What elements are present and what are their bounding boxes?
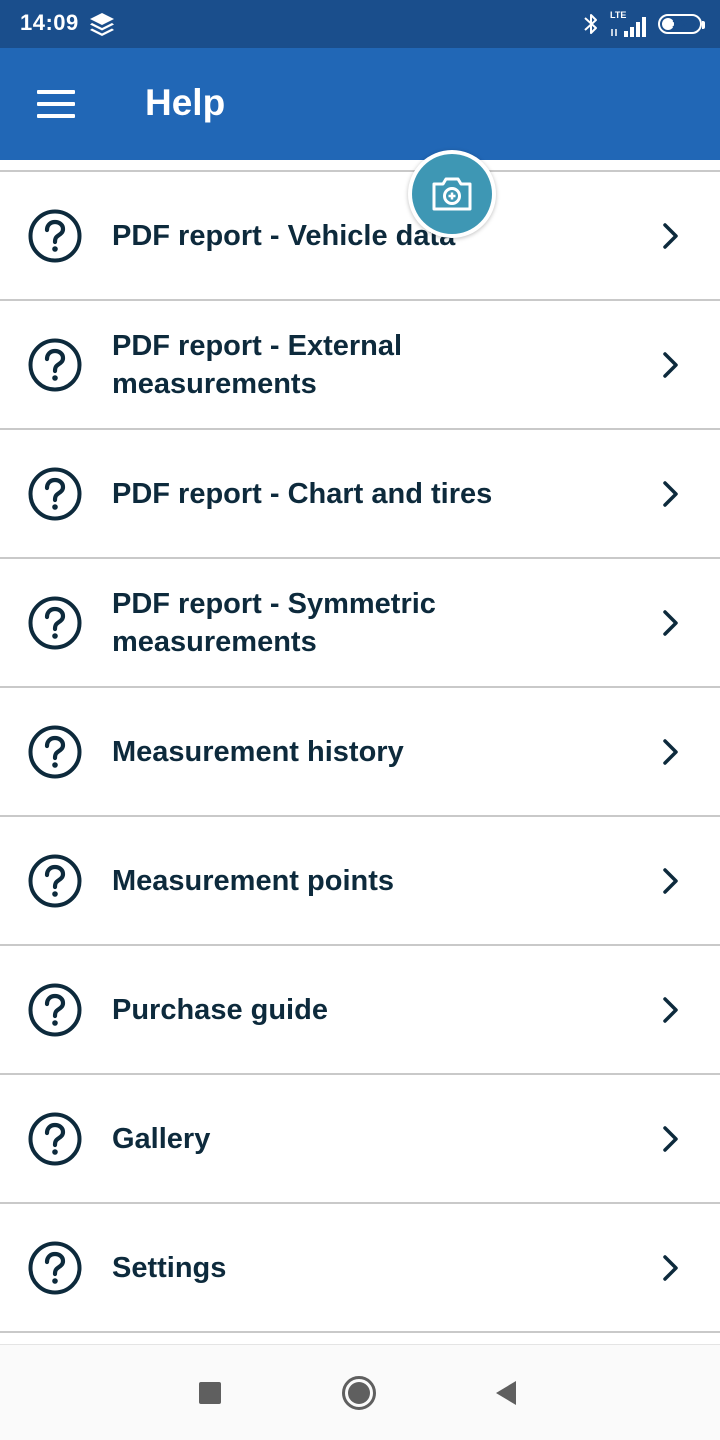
- question-circle-icon: [28, 209, 82, 262]
- camera-button[interactable]: [408, 150, 496, 238]
- help-item-measurement-history[interactable]: Measurement history: [0, 688, 720, 817]
- help-item-gallery[interactable]: Gallery: [0, 1075, 720, 1204]
- camera-icon: [432, 177, 472, 211]
- question-circle-icon: [28, 1241, 82, 1294]
- help-item-measurement-points[interactable]: Measurement points: [0, 817, 720, 946]
- camera-button-inner: [412, 154, 492, 234]
- help-item-external-measurements[interactable]: PDF report - External measurements: [0, 301, 720, 430]
- help-item-label: Measurement points: [112, 864, 394, 897]
- help-item-label: PDF report - Symmetric measurements: [112, 587, 436, 658]
- bluetooth-icon: [584, 14, 597, 34]
- menu-button[interactable]: [24, 78, 88, 130]
- status-icons: LTE 32: [582, 10, 705, 38]
- chevron-right-icon: [663, 996, 678, 1023]
- chevron-right-icon: [663, 222, 678, 249]
- help-item-label: Settings: [112, 1251, 227, 1284]
- question-circle-icon: [28, 1112, 82, 1165]
- question-circle-icon: [28, 725, 82, 778]
- help-item-label: PDF report - Chart and tires: [112, 477, 493, 510]
- question-circle-icon: [28, 854, 82, 907]
- help-item-vehicle-data[interactable]: PDF report - Vehicle data: [0, 172, 720, 301]
- back-button[interactable]: [492, 1377, 520, 1409]
- help-item-chart-and-tires[interactable]: PDF report - Chart and tires: [0, 430, 720, 559]
- question-circle-icon: [28, 467, 82, 520]
- question-circle-icon: [28, 983, 82, 1036]
- layers-icon: [90, 13, 114, 36]
- help-item-label: Measurement history: [112, 735, 404, 768]
- help-list: PDF report - Vehicle data PDF report - E…: [0, 170, 720, 1333]
- chevron-right-icon: [663, 1125, 678, 1152]
- battery-icon: 32: [658, 14, 705, 34]
- question-circle-icon: [28, 596, 82, 649]
- system-nav-bar: [0, 1344, 720, 1440]
- battery-percentage: 32: [672, 16, 688, 32]
- signal-indicator: LTE: [610, 10, 648, 37]
- chevron-right-icon: [663, 1254, 678, 1281]
- question-circle-icon: [28, 338, 82, 391]
- chevron-right-icon: [663, 738, 678, 765]
- help-screen: 14:09 LTE 32 Help PDF report - Vehicle d…: [0, 0, 720, 1440]
- help-item-label: Purchase guide: [112, 993, 328, 1026]
- hamburger-menu-line: [37, 102, 75, 106]
- page-title: Help: [145, 82, 226, 123]
- home-button[interactable]: [341, 1375, 377, 1411]
- status-bar: 14:09 LTE 32: [0, 0, 720, 48]
- chevron-right-icon: [663, 480, 678, 507]
- hamburger-menu-line: [37, 114, 75, 118]
- signal-icon: [611, 17, 646, 37]
- help-item-label: PDF report - External measurements: [112, 329, 403, 400]
- recents-button[interactable]: [199, 1382, 221, 1404]
- chevron-right-icon: [663, 609, 678, 636]
- help-item-settings[interactable]: Settings: [0, 1204, 720, 1333]
- help-item-label: PDF report - Vehicle data: [112, 219, 456, 252]
- hamburger-menu-icon: [37, 90, 75, 94]
- help-item-symmetric-measurements[interactable]: PDF report - Symmetric measurements: [0, 559, 720, 688]
- help-item-purchase-guide[interactable]: Purchase guide: [0, 946, 720, 1075]
- battery-tip: [702, 21, 705, 29]
- help-item-label: Gallery: [112, 1122, 211, 1155]
- chevron-right-icon: [663, 351, 678, 378]
- status-time: 14:09: [20, 10, 79, 35]
- chevron-right-icon: [663, 867, 678, 894]
- app-bar: Help: [0, 48, 720, 160]
